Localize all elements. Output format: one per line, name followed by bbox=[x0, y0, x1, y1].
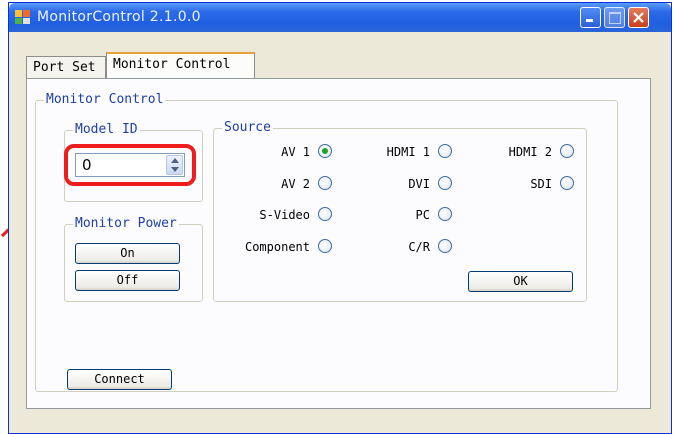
source-option-label: C/R bbox=[408, 240, 430, 254]
radio-icon[interactable] bbox=[318, 207, 332, 221]
radio-icon[interactable] bbox=[560, 176, 574, 190]
monitor-control-legend: Monitor Control bbox=[44, 92, 166, 107]
tab-monitor-control-label: Monitor Control bbox=[113, 57, 231, 72]
power-on-label: On bbox=[120, 246, 135, 260]
source-legend: Source bbox=[222, 120, 273, 135]
radio-icon[interactable] bbox=[318, 176, 332, 190]
source-option-pc[interactable]: PC bbox=[380, 207, 452, 223]
tab-monitor-control[interactable]: Monitor Control bbox=[106, 52, 255, 79]
power-on-button[interactable]: On bbox=[75, 243, 180, 264]
radio-icon[interactable] bbox=[438, 239, 452, 253]
source-option-label: S-Video bbox=[259, 208, 310, 222]
tab-port-set-label: Port Set bbox=[33, 60, 96, 75]
window-title: MonitorControl 2.1.0.0 bbox=[37, 9, 201, 25]
title-bar[interactable]: MonitorControl 2.1.0.0 bbox=[9, 3, 671, 32]
source-option-hdmi1[interactable]: HDMI 1 bbox=[360, 144, 452, 160]
source-option-component[interactable]: Component bbox=[220, 239, 332, 255]
source-option-label: HDMI 1 bbox=[386, 145, 430, 159]
source-option-svideo[interactable]: S-Video bbox=[230, 207, 332, 223]
source-option-cr[interactable]: C/R bbox=[380, 239, 452, 255]
source-option-label: HDMI 2 bbox=[508, 145, 552, 159]
source-option-label: Component bbox=[244, 240, 310, 254]
radio-selected-icon[interactable] bbox=[318, 144, 332, 158]
radio-icon[interactable] bbox=[560, 144, 574, 158]
radio-icon[interactable] bbox=[438, 144, 452, 158]
radio-icon[interactable] bbox=[438, 176, 452, 190]
minimize-icon bbox=[586, 19, 593, 22]
tab-port-set[interactable]: Port Set bbox=[26, 56, 106, 78]
model-id-legend: Model ID bbox=[73, 122, 140, 137]
source-option-label: AV 2 bbox=[281, 177, 310, 191]
source-option-dvi[interactable]: DVI bbox=[380, 176, 452, 192]
connect-button[interactable]: Connect bbox=[67, 369, 172, 390]
connect-label: Connect bbox=[94, 372, 145, 386]
source-option-label: PC bbox=[415, 208, 430, 222]
maximize-icon bbox=[609, 12, 621, 24]
source-option-av1[interactable]: AV 1 bbox=[260, 144, 332, 160]
ok-button[interactable]: OK bbox=[468, 271, 573, 292]
source-option-label: SDI bbox=[530, 177, 552, 191]
source-option-hdmi2[interactable]: HDMI 2 bbox=[480, 144, 574, 160]
model-id-highlight bbox=[64, 144, 196, 186]
power-off-button[interactable]: Off bbox=[75, 270, 180, 291]
close-icon bbox=[633, 12, 644, 23]
radio-icon[interactable] bbox=[438, 207, 452, 221]
app-icon bbox=[15, 10, 30, 24]
close-button[interactable] bbox=[628, 7, 649, 28]
minimize-button[interactable] bbox=[580, 7, 601, 28]
radio-icon[interactable] bbox=[318, 239, 332, 253]
source-option-av2[interactable]: AV 2 bbox=[260, 176, 332, 192]
source-option-label: DVI bbox=[408, 177, 430, 191]
power-off-label: Off bbox=[116, 273, 139, 287]
monitor-power-legend: Monitor Power bbox=[73, 216, 179, 231]
maximize-button[interactable] bbox=[604, 7, 625, 28]
source-option-sdi[interactable]: SDI bbox=[500, 176, 574, 192]
source-option-label: AV 1 bbox=[281, 145, 310, 159]
ok-label: OK bbox=[513, 274, 528, 288]
